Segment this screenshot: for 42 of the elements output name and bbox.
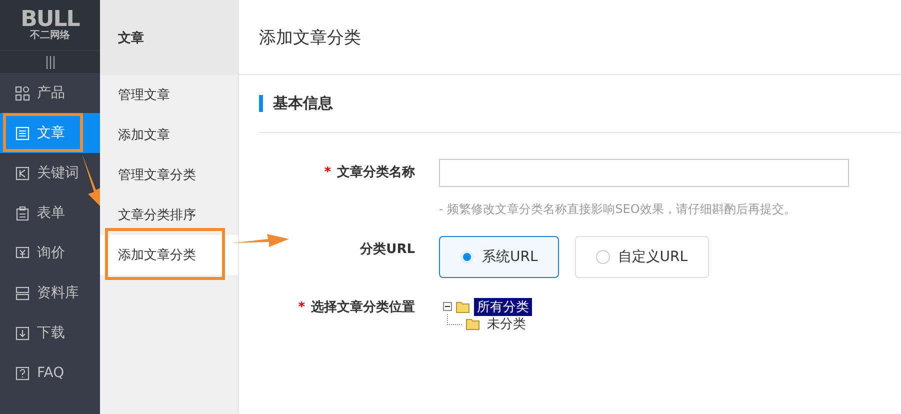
folder-icon	[466, 318, 480, 330]
nav-item[interactable]: FAQ	[0, 353, 100, 393]
tree-node[interactable]: 未分类	[484, 314, 529, 332]
tree-node[interactable]: 所有分类	[474, 298, 532, 316]
question-icon	[15, 366, 30, 380]
letter-k-icon	[15, 166, 30, 180]
field-label: 文章分类名称	[337, 165, 415, 180]
annotation-arrow	[232, 233, 290, 249]
nav-item[interactable]: 产品	[0, 73, 100, 113]
submenu-item[interactable]: 添加文章分类	[100, 235, 238, 275]
field-label: 选择文章分类位置	[311, 300, 415, 315]
required-mark: *	[298, 300, 305, 315]
nav-item[interactable]: 询价	[0, 233, 100, 273]
field-label: 分类URL	[360, 242, 415, 257]
submenu-item[interactable]: 文章分类排序	[100, 195, 238, 235]
hint-text: - 频繁修改文章分类名称直接影响SEO效果，请仔细斟酌后再提交。	[439, 201, 797, 218]
input-field[interactable]	[439, 159, 849, 187]
submenu-item[interactable]: 添加文章	[100, 115, 238, 155]
database-icon	[15, 286, 30, 300]
radio-option[interactable]: 自定义URL	[574, 236, 709, 278]
submenu-item[interactable]: 管理文章分类	[100, 155, 238, 195]
logo-subtitle: 不二网络	[30, 31, 70, 41]
radio-option[interactable]: 系统URL	[439, 236, 559, 278]
logo-text: BULL	[20, 9, 80, 31]
nav-item[interactable]: 下载	[0, 313, 100, 353]
annotation-arrow	[80, 152, 102, 208]
section-title: 基本信息	[273, 94, 333, 113]
menu-icon[interactable]	[46, 56, 54, 68]
nav-item[interactable]: 表单	[0, 193, 100, 233]
page-title: 添加文章分类	[259, 26, 361, 48]
download-icon	[15, 326, 30, 340]
yen-icon	[15, 246, 30, 260]
required-mark: *	[324, 165, 331, 180]
clipboard-icon	[15, 206, 30, 220]
collapse-icon[interactable]	[443, 302, 452, 311]
submenu-title: 文章	[100, 0, 238, 75]
nav-item[interactable]: 资料库	[0, 273, 100, 313]
nav-item[interactable]: 关键词	[0, 153, 100, 193]
folder-icon	[456, 300, 470, 312]
submenu-item[interactable]: 管理文章	[100, 75, 238, 115]
document-icon	[15, 126, 30, 140]
grid-icon	[15, 86, 30, 100]
